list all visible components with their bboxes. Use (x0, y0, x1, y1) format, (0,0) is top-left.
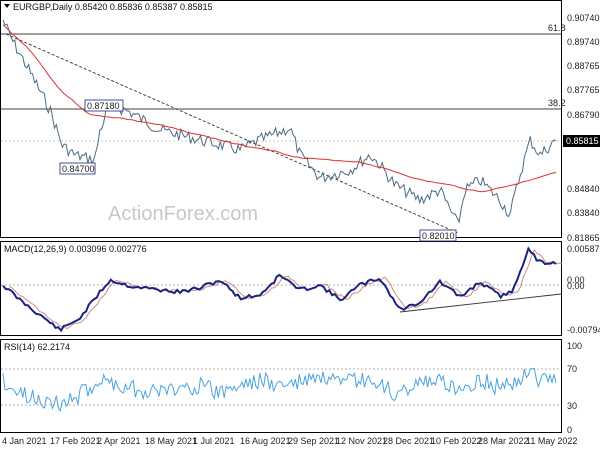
last-price-tag: 0.85815 (563, 135, 600, 147)
rsi-panel-title: RSI(14) 62.2174 (4, 342, 70, 352)
watermark: ActionForex.com (108, 203, 258, 225)
price-axis: 0.90740 0.89740 0.88765 0.87765 0.86790 … (567, 13, 600, 243)
fib-38-2-label: 38.2 (548, 98, 566, 108)
svg-text:17 Feb 2021: 17 Feb 2021 (50, 436, 101, 446)
svg-text:1 Jul 2021: 1 Jul 2021 (193, 436, 235, 446)
svg-text:0.90740: 0.90740 (567, 13, 600, 23)
svg-text:0.87765: 0.87765 (567, 85, 600, 95)
svg-text:-0.007945: -0.007945 (567, 325, 600, 335)
rsi-series (2, 367, 557, 413)
svg-text:28 Mar 2022: 28 Mar 2022 (478, 436, 529, 446)
chart-canvas: ActionForex.com 61.8 38.2 0.87180 0.8470… (0, 0, 600, 446)
svg-text:4 Jan 2021: 4 Jan 2021 (2, 436, 47, 446)
svg-text:0.85815: 0.85815 (566, 136, 599, 146)
svg-text:0.84700: 0.84700 (62, 164, 95, 174)
svg-text:16 Aug 2021: 16 Aug 2021 (240, 436, 291, 446)
svg-text:0.88765: 0.88765 (567, 61, 600, 71)
svg-text:28 Dec 2021: 28 Dec 2021 (383, 436, 434, 446)
svg-text:0.82010: 0.82010 (422, 231, 455, 241)
svg-text:0.005872: 0.005872 (567, 244, 600, 254)
fib-61-8-label: 61.8 (548, 23, 566, 33)
macd-signal-series (8, 248, 563, 330)
svg-text:11 May 2022: 11 May 2022 (526, 436, 577, 446)
price-series (2, 19, 557, 224)
svg-text:0.84840: 0.84840 (567, 184, 600, 194)
svg-text:18 May 2021: 18 May 2021 (145, 436, 197, 446)
rsi-panel-frame (0, 339, 562, 433)
price-panel-frame (0, 0, 562, 238)
svg-text:0: 0 (567, 425, 572, 435)
svg-text:0.00: 0.00 (567, 281, 585, 291)
svg-text:100: 100 (567, 341, 582, 351)
svg-text:29 Sep 2021: 29 Sep 2021 (288, 436, 339, 446)
macd-trendline (399, 293, 562, 313)
annotation-0-87180: 0.87180 (84, 99, 124, 112)
annotation-0-84700: 0.84700 (59, 162, 96, 175)
rsi-axis: 100 70 30 0 (567, 341, 582, 435)
svg-text:30: 30 (567, 401, 577, 411)
svg-text:0.83840: 0.83840 (567, 208, 600, 218)
macd-panel-title: MACD(12,26,9) 0.003096 0.002776 (4, 244, 147, 254)
time-axis: 4 Jan 2021 17 Feb 2021 2 Apr 2021 18 May… (2, 436, 577, 446)
svg-text:70: 70 (567, 364, 577, 374)
svg-text:2 Apr 2021: 2 Apr 2021 (97, 436, 141, 446)
price-panel-title: EURGBP,Daily 0.85420 0.85836 0.85387 0.8… (13, 2, 213, 12)
macd-axis: 0.005872 0.00 0.00 -0.007945 (567, 244, 600, 335)
svg-text:0.86790: 0.86790 (567, 110, 600, 120)
annotation-0-82010: 0.82010 (419, 229, 457, 242)
menu-arrow-icon[interactable] (4, 4, 10, 8)
svg-text:10 Feb 2022: 10 Feb 2022 (431, 436, 482, 446)
svg-text:0.87180: 0.87180 (87, 101, 120, 111)
svg-text:0.81865: 0.81865 (567, 233, 600, 243)
svg-text:12 Nov 2021: 12 Nov 2021 (336, 436, 387, 446)
svg-text:0.89740: 0.89740 (567, 37, 600, 47)
